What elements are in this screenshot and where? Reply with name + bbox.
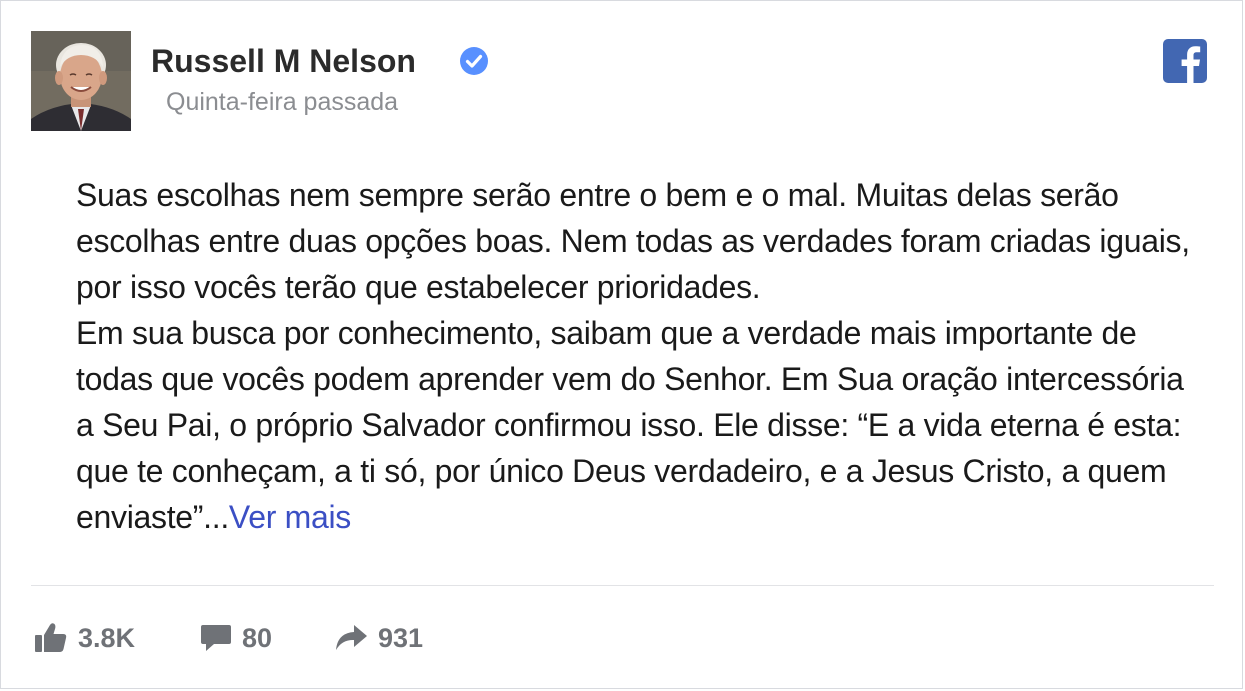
comment-icon [201, 625, 231, 651]
facebook-post-card: Russell M Nelson Quinta-feira passada Su… [0, 0, 1243, 689]
divider [31, 585, 1214, 586]
share-count-button[interactable]: 931 [334, 618, 423, 658]
verified-badge-icon [460, 47, 488, 75]
post-timestamp[interactable]: Quinta-feira passada [166, 87, 398, 117]
post-paragraph: Suas escolhas nem sempre serão entre o b… [76, 177, 1190, 305]
like-count: 3.8K [78, 622, 136, 653]
facebook-icon[interactable] [1163, 39, 1207, 83]
comment-count-button[interactable]: 80 [200, 618, 272, 658]
see-more-link[interactable]: Ver mais [229, 499, 351, 535]
post-paragraph: Em sua busca por conhecimento, saibam qu… [76, 310, 1196, 540]
thumbs-up-icon [35, 623, 67, 652]
avatar[interactable] [31, 31, 131, 131]
share-count: 931 [378, 622, 424, 653]
comment-count: 80 [242, 622, 273, 653]
avatar-photo [31, 31, 131, 131]
share-arrow-icon [336, 625, 367, 650]
like-count-button[interactable]: 3.8K [34, 618, 135, 658]
post-body: Suas escolhas nem sempre serão entre o b… [76, 172, 1196, 540]
author-name[interactable]: Russell M Nelson [151, 41, 416, 81]
